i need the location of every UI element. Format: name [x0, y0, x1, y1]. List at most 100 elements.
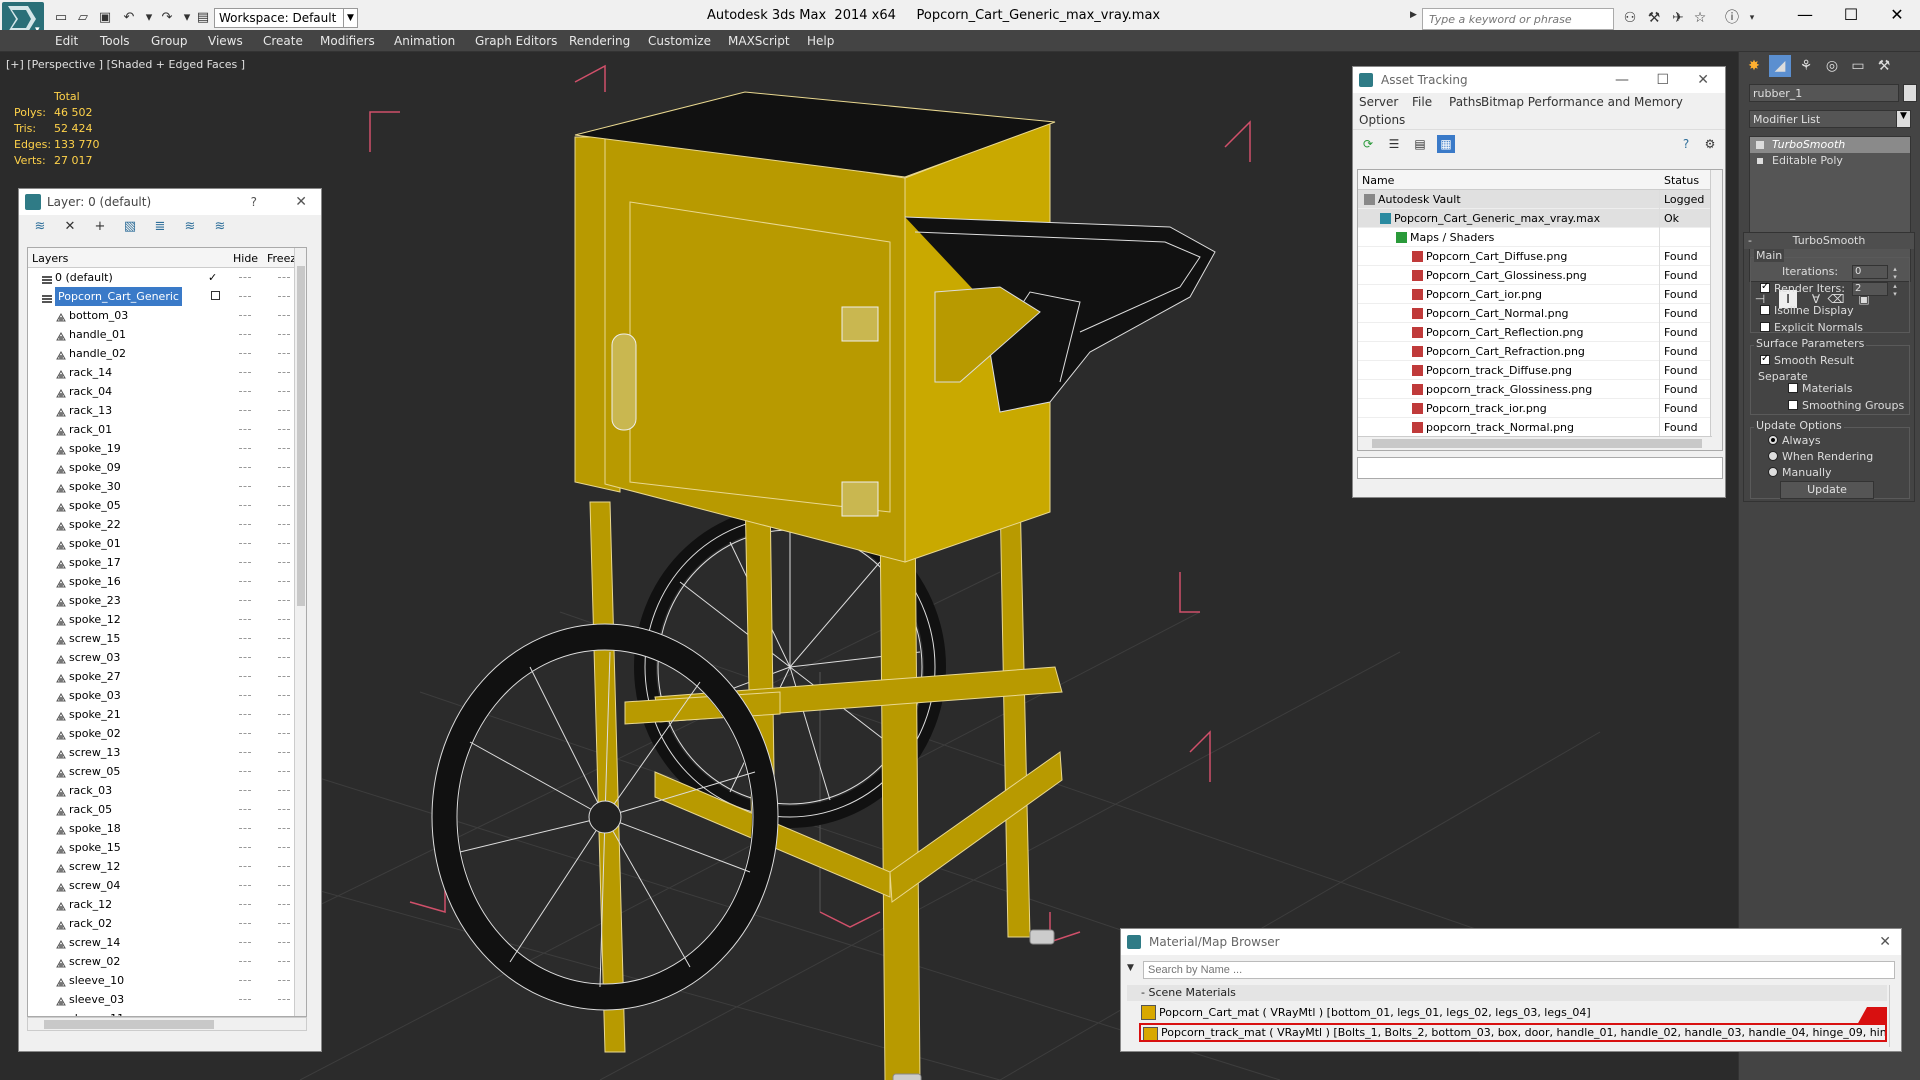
- freeze-toggle[interactable]: [278, 771, 290, 772]
- object-name-field[interactable]: rubber_1: [1749, 84, 1899, 102]
- freeze-toggle[interactable]: [278, 505, 290, 506]
- hide-toggle[interactable]: [239, 334, 251, 335]
- column-status[interactable]: Status: [1664, 174, 1699, 187]
- layer-object-row[interactable]: spoke_27: [28, 667, 306, 686]
- viewport-label[interactable]: [+] [Perspective ] [Shaded + Edged Faces…: [6, 58, 245, 71]
- hide-toggle[interactable]: [239, 315, 251, 316]
- asset-menu-options[interactable]: Options: [1359, 113, 1405, 127]
- scrollbar-thumb[interactable]: [44, 1020, 214, 1029]
- asset-row[interactable]: Popcorn_Cart_Reflection.png Found: [1358, 323, 1722, 342]
- scrollbar-thumb[interactable]: [1372, 439, 1702, 448]
- layer-object-row[interactable]: spoke_22: [28, 515, 306, 534]
- layer-object-row[interactable]: spoke_17: [28, 553, 306, 572]
- material-row-popcorn-cart[interactable]: Popcorn_Cart_mat ( VRayMtl ) [bottom_01,…: [1139, 1003, 1887, 1022]
- layer-object-row[interactable]: rack_14: [28, 363, 306, 382]
- layer-row[interactable]: 0 (default) ✓: [28, 268, 306, 287]
- hide-toggle[interactable]: [239, 353, 251, 354]
- freeze-toggle[interactable]: [278, 486, 290, 487]
- layer-object-row[interactable]: spoke_12: [28, 610, 306, 629]
- asset-row[interactable]: popcorn_track_Normal.png Found: [1358, 418, 1722, 437]
- hide-toggle[interactable]: [239, 733, 251, 734]
- freeze-toggle[interactable]: [278, 942, 290, 943]
- update-manually-radio[interactable]: [1768, 467, 1778, 477]
- freeze-toggle[interactable]: [278, 372, 290, 373]
- create-tab-icon[interactable]: ✸: [1743, 55, 1765, 77]
- menu-modifiers[interactable]: Modifiers: [320, 34, 375, 48]
- freeze-toggle[interactable]: [278, 296, 290, 297]
- freeze-toggle[interactable]: [278, 885, 290, 886]
- layer-object-row[interactable]: bottom_03: [28, 306, 306, 325]
- active-layer-check-icon[interactable]: ✓: [208, 268, 217, 287]
- layer-object-row[interactable]: screw_04: [28, 876, 306, 895]
- layer-object-row[interactable]: screw_02: [28, 952, 306, 971]
- search-options-icon[interactable]: ▼: [1127, 963, 1134, 973]
- freeze-toggle[interactable]: [278, 980, 290, 981]
- asset-scrollbar[interactable]: [1710, 170, 1722, 450]
- update-when-rendering-radio[interactable]: [1768, 451, 1778, 461]
- menu-help[interactable]: Help: [807, 34, 834, 48]
- isoline-display-checkbox[interactable]: [1760, 305, 1770, 315]
- column-hide[interactable]: Hide: [233, 252, 258, 265]
- layer-object-row[interactable]: spoke_03: [28, 686, 306, 705]
- asset-panel-titlebar[interactable]: Asset Tracking — ☐ ✕: [1353, 67, 1725, 93]
- asset-row[interactable]: Popcorn_Cart_Generic_max_vray.max Ok: [1358, 209, 1722, 228]
- layer-object-row[interactable]: spoke_15: [28, 838, 306, 857]
- layer-row[interactable]: Popcorn_Cart_Generic: [28, 287, 306, 306]
- layer-object-row[interactable]: rack_13: [28, 401, 306, 420]
- layer-object-row[interactable]: spoke_16: [28, 572, 306, 591]
- update-always-radio[interactable]: [1768, 435, 1778, 445]
- table-view-icon[interactable]: ▦: [1437, 135, 1455, 153]
- search-input[interactable]: [1422, 8, 1614, 30]
- asset-row[interactable]: Popcorn_Cart_Normal.png Found: [1358, 304, 1722, 323]
- layer-panel-titlebar[interactable]: Layer: 0 (default) ? ✕: [19, 189, 321, 215]
- hide-toggle[interactable]: [239, 942, 251, 943]
- hide-toggle[interactable]: [239, 771, 251, 772]
- asset-row[interactable]: Maps / Shaders: [1358, 228, 1722, 247]
- maximize-window-button[interactable]: ☐: [1828, 0, 1874, 30]
- layer-object-row[interactable]: screw_13: [28, 743, 306, 762]
- modifier-list-dropdown[interactable]: Modifier List ▼: [1749, 110, 1911, 128]
- hide-toggle[interactable]: [239, 562, 251, 563]
- menu-graph-editors[interactable]: Graph Editors: [475, 34, 557, 48]
- hide-toggle[interactable]: [239, 904, 251, 905]
- communication-center-icon[interactable]: ⚒: [1644, 9, 1664, 27]
- layer-object-row[interactable]: spoke_30: [28, 477, 306, 496]
- hide-toggle[interactable]: [239, 676, 251, 677]
- hide-toggle[interactable]: [239, 277, 251, 278]
- freeze-toggle[interactable]: [278, 828, 290, 829]
- freeze-toggle[interactable]: [278, 866, 290, 867]
- freeze-toggle[interactable]: [278, 524, 290, 525]
- help-icon[interactable]: ?: [1677, 135, 1695, 153]
- close-window-button[interactable]: ✕: [1874, 0, 1920, 30]
- asset-menu-file[interactable]: File: [1412, 95, 1432, 109]
- hide-toggle[interactable]: [239, 657, 251, 658]
- menu-tools[interactable]: Tools: [100, 34, 130, 48]
- freeze-toggle[interactable]: [278, 961, 290, 962]
- collapse-icon[interactable]: -: [1748, 233, 1752, 249]
- hide-toggle[interactable]: [239, 600, 251, 601]
- freeze-toggle[interactable]: [278, 619, 290, 620]
- layer-object-row[interactable]: handle_02: [28, 344, 306, 363]
- create-layer-icon[interactable]: ≋: [31, 218, 49, 236]
- close-icon[interactable]: ✕: [1879, 929, 1891, 955]
- hide-toggle[interactable]: [239, 923, 251, 924]
- asset-menu-bitmap-performance[interactable]: Bitmap Performance and Memory: [1481, 95, 1683, 109]
- favorites-star-icon[interactable]: ☆: [1690, 9, 1710, 27]
- iterations-spinner[interactable]: 0: [1852, 265, 1901, 281]
- hide-toggle[interactable]: [239, 695, 251, 696]
- menu-group[interactable]: Group: [151, 34, 188, 48]
- hide-toggle[interactable]: [239, 486, 251, 487]
- freeze-toggle[interactable]: [278, 904, 290, 905]
- asset-horizontal-scrollbar[interactable]: [1358, 436, 1712, 450]
- layer-object-row[interactable]: screw_03: [28, 648, 306, 667]
- render-iters-checkbox[interactable]: [1760, 281, 1770, 293]
- freeze-toggle[interactable]: [278, 353, 290, 354]
- highlight-layer-icon[interactable]: ≣: [151, 218, 169, 236]
- menu-animation[interactable]: Animation: [394, 34, 455, 48]
- asset-row[interactable]: Popcorn_track_ior.png Found: [1358, 399, 1722, 418]
- refresh-icon[interactable]: ⟳: [1359, 135, 1377, 153]
- column-name[interactable]: Name: [1362, 174, 1394, 187]
- subscription-icon[interactable]: ✈: [1668, 9, 1688, 27]
- help-icon[interactable]: ⓘ: [1722, 9, 1742, 27]
- hide-toggle[interactable]: [239, 866, 251, 867]
